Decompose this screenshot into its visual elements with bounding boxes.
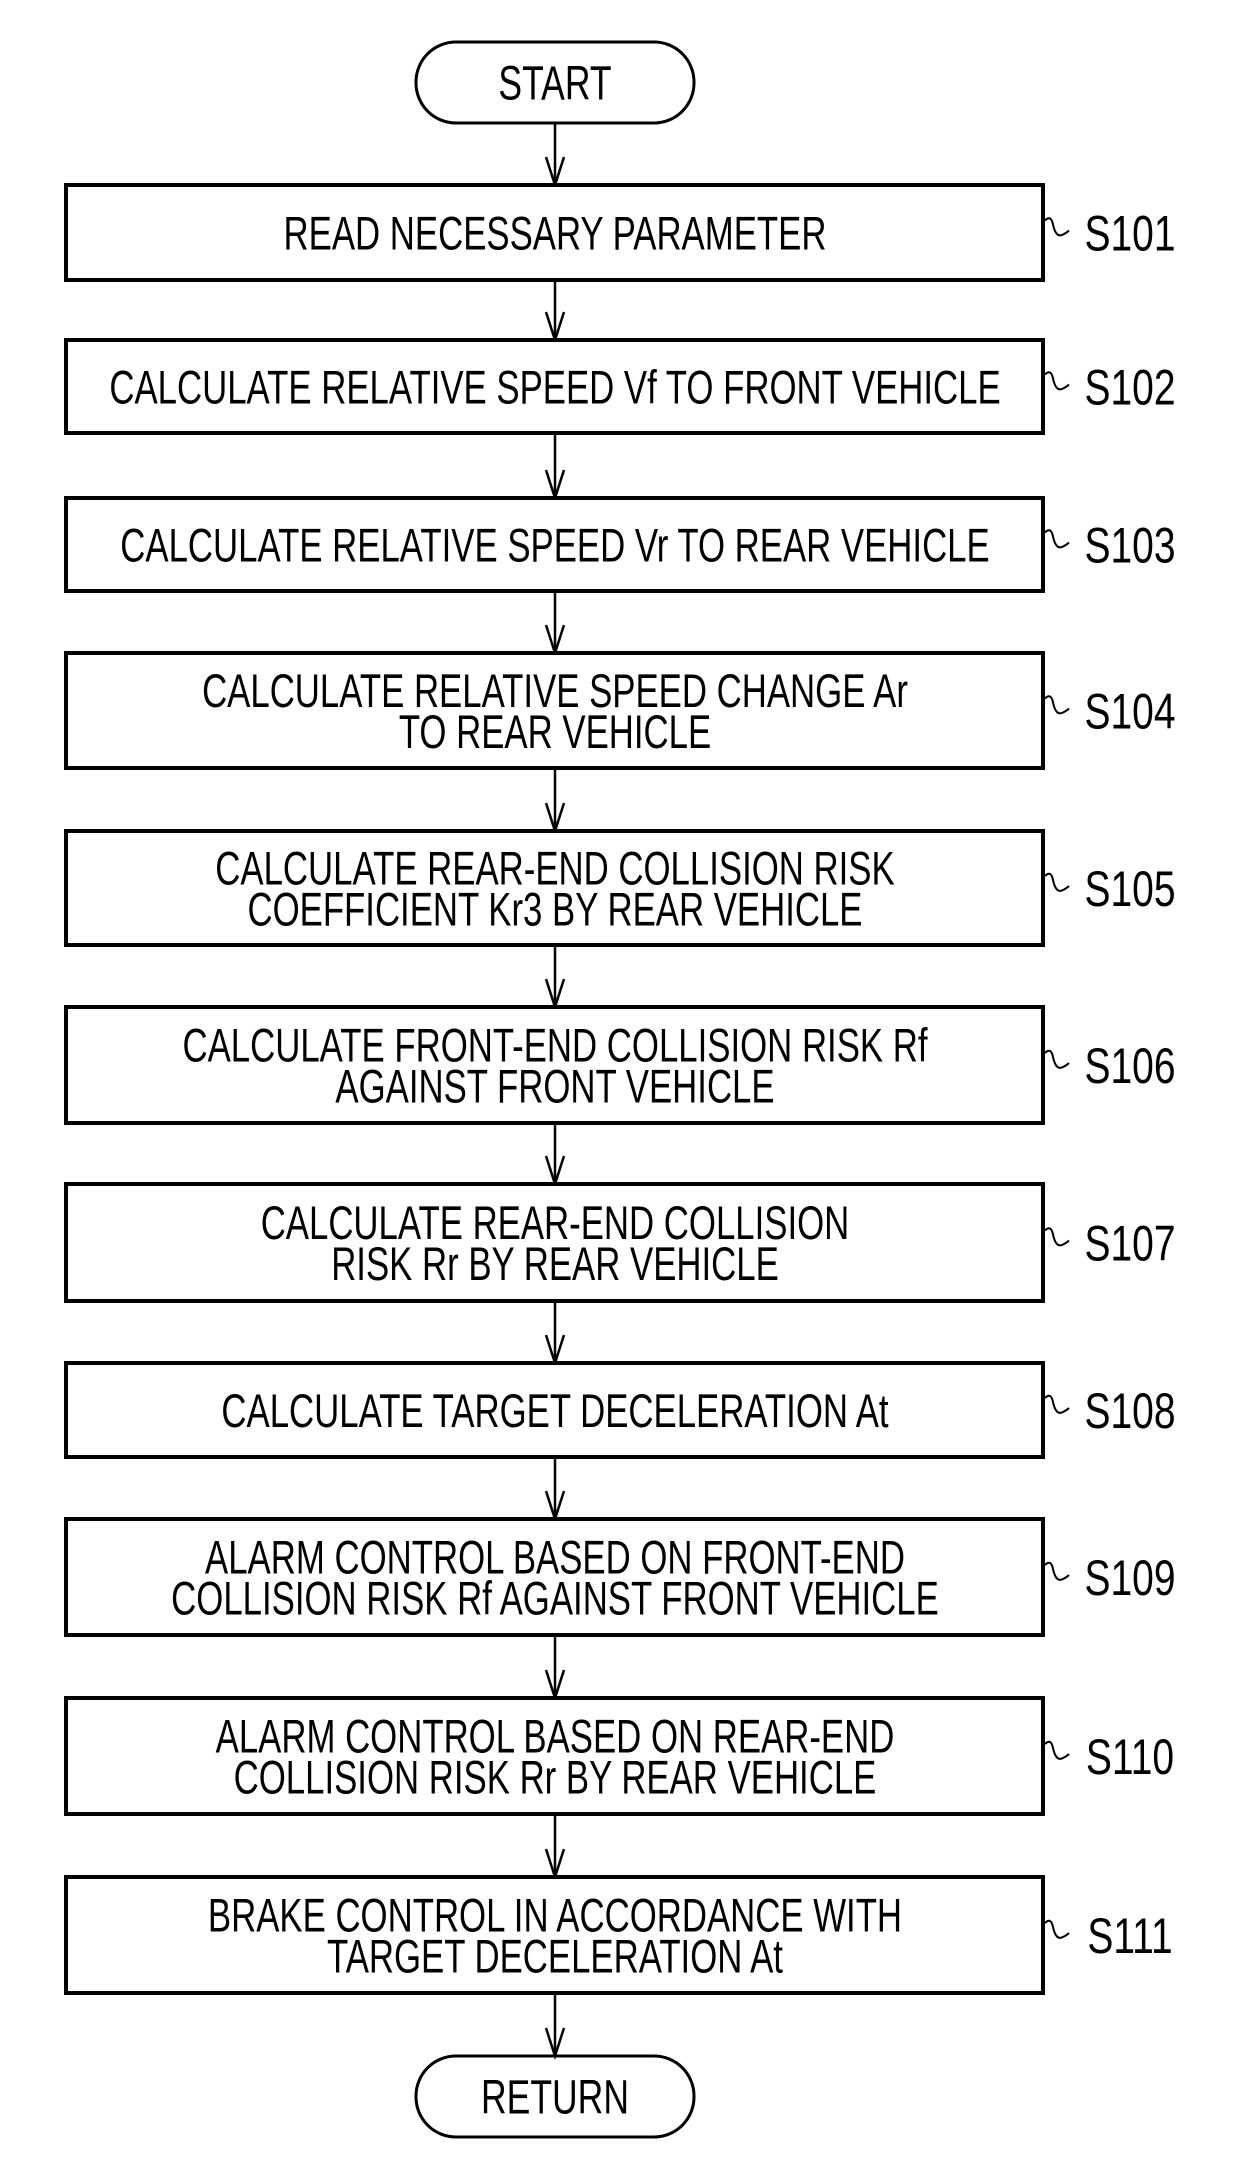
process-step-s103: CALCULATE RELATIVE SPEED Vr TO REAR VEHI… [64, 496, 1176, 593]
process-step-s101: READ NECESSARY PARAMETER S101 [64, 183, 1176, 282]
leader-tilde-icon [1044, 529, 1070, 549]
flow-arrow [544, 1993, 566, 2061]
process-step-s109: ALARM CONTROL BASED ON FRONT-ENDCOLLISIO… [64, 1517, 1176, 1637]
step-label: S111 [1087, 1907, 1172, 1964]
leader-tilde-icon [1044, 872, 1070, 892]
leader-tilde-icon [1044, 1227, 1070, 1247]
leader-tilde-icon [1044, 1049, 1070, 1069]
step-text: RISK Rr BY REAR VEHICLE [331, 1238, 779, 1290]
process-step-s108: CALCULATE TARGET DECELERATION At S108 [64, 1361, 1176, 1459]
step-text: READ NECESSARY PARAMETER [284, 207, 827, 259]
leader-tilde-icon [1044, 1919, 1070, 1939]
step-text: CALCULATE RELATIVE SPEED Vr TO REAR VEHI… [120, 519, 989, 571]
step-label: S110 [1086, 1728, 1174, 1785]
step-label: S102 [1084, 359, 1175, 416]
leader-tilde-icon [1044, 371, 1070, 391]
step-text: TARGET DECELERATION At [327, 1930, 783, 1982]
leader-tilde-icon [1044, 695, 1070, 715]
leader-tilde-icon [1044, 1740, 1070, 1760]
step-label: S104 [1084, 683, 1175, 740]
flow-arrow [544, 1123, 566, 1189]
process-step-s107: CALCULATE REAR-END COLLISIONRISK Rr BY R… [64, 1182, 1176, 1303]
step-text: AGAINST FRONT VEHICLE [335, 1060, 774, 1112]
flow-arrow [544, 433, 566, 503]
step-text: CALCULATE TARGET DECELERATION At [221, 1385, 889, 1437]
process-step-s102: CALCULATE RELATIVE SPEED Vf TO FRONT VEH… [64, 338, 1176, 435]
step-text: COLLISION RISK Rr BY REAR VEHICLE [234, 1751, 877, 1803]
step-text: TO REAR VEHICLE [399, 706, 711, 758]
step-label: S105 [1084, 860, 1175, 917]
flow-arrow [544, 123, 566, 190]
leader-tilde-icon [1044, 217, 1070, 237]
process-step-s110: ALARM CONTROL BASED ON REAR-ENDCOLLISION… [64, 1696, 1174, 1816]
flow-arrow [544, 1301, 566, 1368]
step-label: S103 [1084, 517, 1175, 574]
flow-arrow [544, 1457, 566, 1524]
step-label: S109 [1084, 1549, 1175, 1606]
start-terminal: START [414, 40, 696, 125]
return-label: RETURN [481, 2070, 629, 2123]
return-terminal: RETURN [414, 2054, 696, 2139]
step-label: S106 [1084, 1037, 1175, 1094]
leader-tilde-icon [1044, 1394, 1070, 1414]
process-step-s104: CALCULATE RELATIVE SPEED CHANGE ArTO REA… [64, 651, 1176, 770]
process-step-s105: CALCULATE REAR-END COLLISION RISKCOEFFIC… [64, 829, 1176, 947]
flow-arrow [544, 280, 566, 345]
process-step-s111: BRAKE CONTROL IN ACCORDANCE WITHTARGET D… [64, 1875, 1173, 1995]
step-text: COLLISION RISK Rf AGAINST FRONT VEHICLE [171, 1572, 939, 1624]
flow-arrow [544, 1814, 566, 1882]
flow-arrow [544, 945, 566, 1012]
step-text: COEFFICIENT Kr3 BY REAR VEHICLE [247, 883, 862, 935]
process-step-s106: CALCULATE FRONT-END COLLISION RISK RfAGA… [64, 1005, 1176, 1125]
step-label: S108 [1084, 1382, 1175, 1439]
flowchart: START RETURN READ NECESSARY PARAMETER S101… [64, 40, 1176, 2139]
step-label: S101 [1084, 205, 1175, 262]
leader-tilde-icon [1044, 1561, 1070, 1581]
step-text: CALCULATE RELATIVE SPEED Vf TO FRONT VEH… [109, 361, 1000, 413]
flow-arrow [544, 591, 566, 658]
start-label: START [498, 56, 611, 109]
step-label: S107 [1084, 1215, 1175, 1272]
flow-arrow [544, 768, 566, 836]
flow-arrow [544, 1635, 566, 1703]
